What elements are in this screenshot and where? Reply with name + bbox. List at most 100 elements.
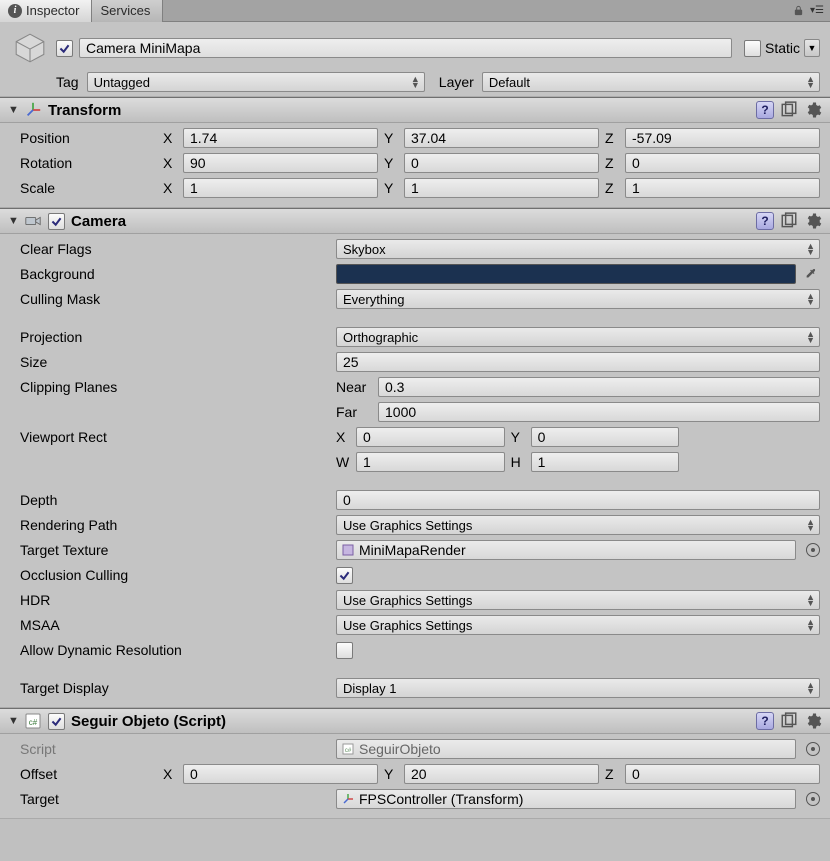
near-input[interactable]: [378, 377, 820, 397]
offset-label: Offset: [20, 766, 157, 782]
script-enable-checkbox[interactable]: [48, 713, 65, 730]
gear-icon[interactable]: [804, 712, 822, 730]
depth-label: Depth: [20, 492, 330, 508]
gameobject-header: Static ▼ Tag Untagged ▲▼ Layer Default ▲…: [0, 22, 830, 97]
tab-inspector-label: Inspector: [26, 3, 79, 18]
position-label: Position: [20, 130, 157, 146]
offset-z-input[interactable]: [625, 764, 820, 784]
axis-y-label: Y: [384, 130, 398, 146]
foldout-camera[interactable]: ▼: [8, 215, 18, 227]
viewport-x-input[interactable]: [356, 427, 505, 447]
preset-icon[interactable]: [780, 212, 798, 230]
dynamic-res-checkbox[interactable]: [336, 642, 353, 659]
viewport-label: Viewport Rect: [20, 429, 330, 445]
camera-icon: [24, 212, 42, 230]
axis-x-label: X: [163, 130, 177, 146]
panel-menu-icon[interactable]: ▾☰: [810, 5, 824, 16]
static-dropdown[interactable]: ▼: [804, 39, 820, 57]
transform-icon: [24, 101, 42, 119]
target-texture-field[interactable]: MiniMapaRender: [336, 540, 796, 560]
offset-y-input[interactable]: [404, 764, 599, 784]
scale-x-input[interactable]: [183, 178, 378, 198]
projection-label: Projection: [20, 329, 330, 345]
svg-text:c#: c#: [345, 748, 352, 754]
rotation-y-input[interactable]: [404, 153, 599, 173]
help-icon[interactable]: ?: [756, 712, 774, 730]
gameobject-name-input[interactable]: [79, 38, 732, 58]
background-label: Background: [20, 266, 330, 282]
axis-z-label: Z: [605, 130, 619, 146]
culling-mask-label: Culling Mask: [20, 291, 330, 307]
target-field[interactable]: FPSController (Transform): [336, 789, 796, 809]
tag-value: Untagged: [94, 75, 150, 90]
hdr-dropdown[interactable]: Use Graphics Settings▲▼: [336, 590, 820, 610]
projection-dropdown[interactable]: Orthographic▲▼: [336, 327, 820, 347]
foldout-transform[interactable]: ▼: [8, 104, 18, 116]
target-texture-label: Target Texture: [20, 542, 330, 558]
rotation-x-input[interactable]: [183, 153, 378, 173]
tab-bar: i Inspector Services ▾☰: [0, 0, 830, 22]
transform-mini-icon: [341, 792, 355, 806]
tag-label: Tag: [56, 74, 79, 90]
tab-inspector[interactable]: i Inspector: [0, 0, 92, 22]
occlusion-checkbox[interactable]: [336, 567, 353, 584]
eyedropper-icon[interactable]: [802, 265, 820, 283]
layer-label: Layer: [433, 74, 474, 90]
rotation-label: Rotation: [20, 155, 157, 171]
camera-title: Camera: [71, 213, 750, 230]
gameobject-icon[interactable]: [10, 28, 50, 68]
viewport-y-input[interactable]: [531, 427, 680, 447]
layer-value: Default: [489, 75, 530, 90]
clear-flags-dropdown[interactable]: Skybox▲▼: [336, 239, 820, 259]
preset-icon[interactable]: [780, 101, 798, 119]
rendering-path-label: Rendering Path: [20, 517, 330, 533]
tag-dropdown[interactable]: Untagged ▲▼: [87, 72, 425, 92]
culling-mask-dropdown[interactable]: Everything▲▼: [336, 289, 820, 309]
near-label: Near: [336, 379, 372, 395]
position-y-input[interactable]: [404, 128, 599, 148]
object-picker-icon[interactable]: [806, 543, 820, 557]
viewport-w-input[interactable]: [356, 452, 505, 472]
scale-label: Scale: [20, 180, 157, 196]
far-input[interactable]: [378, 402, 820, 422]
target-display-label: Target Display: [20, 680, 330, 696]
position-x-input[interactable]: [183, 128, 378, 148]
clipping-label: Clipping Planes: [20, 379, 330, 395]
rotation-z-input[interactable]: [625, 153, 820, 173]
help-icon[interactable]: ?: [756, 101, 774, 119]
svg-text:c#: c#: [29, 718, 38, 727]
clear-flags-label: Clear Flags: [20, 241, 330, 257]
tab-services[interactable]: Services: [92, 0, 163, 22]
target-display-dropdown[interactable]: Display 1▲▼: [336, 678, 820, 698]
object-picker-icon[interactable]: [806, 792, 820, 806]
gear-icon[interactable]: [804, 101, 822, 119]
component-seguir-objeto: ▼ c# Seguir Objeto (Script) ? Script c# …: [0, 708, 830, 819]
dynamic-res-label: Allow Dynamic Resolution: [20, 642, 330, 658]
static-label: Static: [765, 40, 800, 56]
active-checkbox[interactable]: [56, 40, 73, 57]
layer-dropdown[interactable]: Default ▲▼: [482, 72, 820, 92]
depth-input[interactable]: [336, 490, 820, 510]
tab-services-label: Services: [100, 3, 150, 18]
target-label: Target: [20, 791, 330, 807]
scale-z-input[interactable]: [625, 178, 820, 198]
object-picker-icon[interactable]: [806, 742, 820, 756]
scale-y-input[interactable]: [404, 178, 599, 198]
position-z-input[interactable]: [625, 128, 820, 148]
foldout-script[interactable]: ▼: [8, 715, 18, 727]
gear-icon[interactable]: [804, 212, 822, 230]
viewport-h-input[interactable]: [531, 452, 680, 472]
help-icon[interactable]: ?: [756, 212, 774, 230]
lock-icon[interactable]: [793, 5, 804, 16]
script-label: Script: [20, 741, 330, 757]
camera-enable-checkbox[interactable]: [48, 213, 65, 230]
static-checkbox[interactable]: [744, 40, 761, 57]
info-icon: i: [8, 4, 22, 18]
msaa-dropdown[interactable]: Use Graphics Settings▲▼: [336, 615, 820, 635]
background-color-field[interactable]: [336, 264, 796, 284]
rendering-path-dropdown[interactable]: Use Graphics Settings▲▼: [336, 515, 820, 535]
size-input[interactable]: [336, 352, 820, 372]
csharp-script-icon: c#: [24, 712, 42, 730]
offset-x-input[interactable]: [183, 764, 378, 784]
preset-icon[interactable]: [780, 712, 798, 730]
